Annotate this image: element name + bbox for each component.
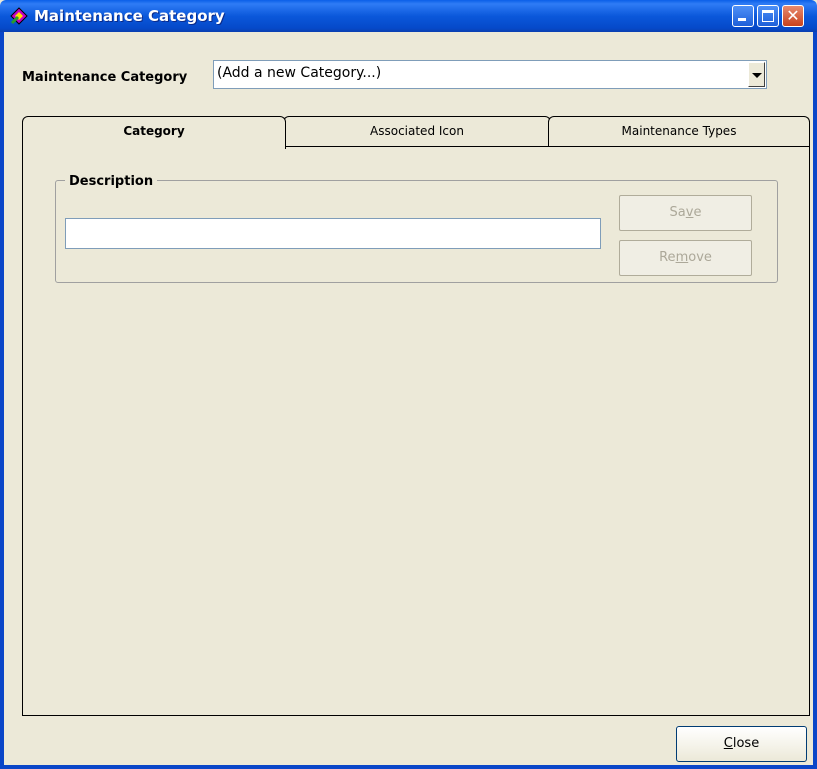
maintenance-category-window: Maintenance Category ✕ Maintenance Categ… [0, 0, 817, 769]
minimize-button[interactable] [732, 5, 754, 27]
remove-button[interactable]: Remove [619, 240, 752, 276]
window-frame-left [0, 32, 4, 769]
close-window-button[interactable]: ✕ [782, 5, 804, 27]
remove-label-mnemonic: m [675, 250, 689, 265]
save-label-post: e [693, 205, 702, 220]
description-group-title: Description [65, 174, 158, 189]
minimize-icon [738, 18, 746, 21]
description-input[interactable] [65, 218, 601, 249]
tab-maintenance-types[interactable]: Maintenance Types [548, 116, 810, 146]
window-frame-bottom [0, 765, 817, 769]
close-button[interactable]: Close [676, 726, 807, 762]
close-label-mnemonic: C [723, 736, 733, 751]
maximize-button[interactable] [757, 5, 779, 27]
active-tab-join [23, 145, 285, 148]
tab-associated-icon[interactable]: Associated Icon [283, 116, 551, 146]
wrench-icon [10, 7, 28, 25]
save-label-pre: Sa [669, 205, 686, 220]
window-frame-right [813, 32, 817, 769]
maximize-icon [762, 10, 774, 22]
chevron-down-icon[interactable] [748, 62, 765, 87]
combo-selected-value: (Add a new Category...) [217, 65, 382, 81]
close-icon: ✕ [786, 6, 800, 25]
title-bar[interactable]: Maintenance Category ✕ [0, 0, 817, 32]
window-title: Maintenance Category [34, 7, 225, 25]
save-button[interactable]: Save [619, 195, 752, 231]
remove-label-post: ove [688, 250, 712, 265]
maintenance-category-label: Maintenance Category [22, 70, 188, 85]
close-label-post: lose [732, 736, 760, 751]
remove-label-pre: Re [659, 250, 676, 265]
maintenance-category-combo[interactable]: (Add a new Category...) [213, 60, 767, 89]
